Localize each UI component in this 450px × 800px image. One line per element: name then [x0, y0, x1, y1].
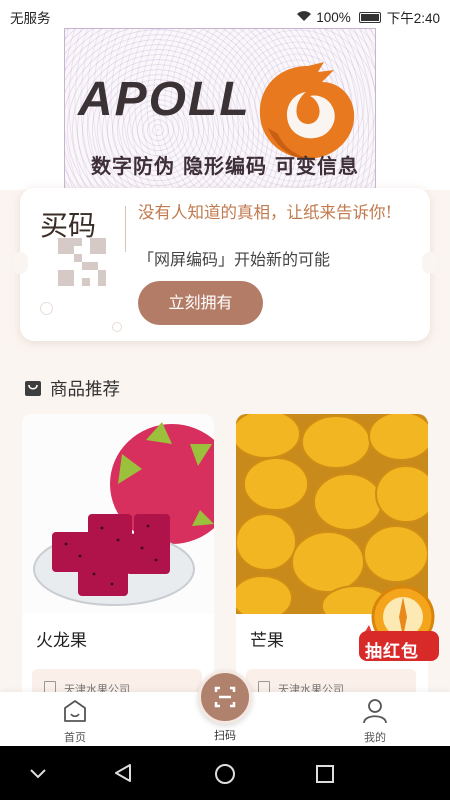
collapse-icon[interactable]	[28, 764, 48, 782]
home-icon	[64, 700, 86, 722]
brand-banner[interactable]: APOLL 数字防伪 隐形编码 可变信息	[0, 28, 450, 214]
decor-dot	[112, 322, 122, 332]
qr-code-icon	[58, 238, 106, 286]
get-now-button[interactable]: 立刻拥有	[138, 281, 263, 325]
nav-mine-label: 我的	[364, 731, 386, 744]
brand-logo-text: APOLL	[78, 73, 251, 126]
ticket-notch-right	[422, 252, 438, 274]
decor-dot	[40, 302, 53, 315]
promo-card: 买码 没有人知道的真相，让纸来告诉你! 「网屏编码」开始新的可能 立刻拥有	[12, 188, 438, 341]
product-card-mango[interactable]: 芒果 天津水果公司	[236, 414, 428, 714]
red-packet-label: 抽红包	[365, 642, 419, 662]
shopping-bag-icon	[25, 381, 41, 396]
scan-button[interactable]	[198, 670, 252, 724]
promo-subline: 「网屏编码」开始新的可能	[138, 250, 331, 269]
nav-scan-label: 扫码	[214, 729, 236, 742]
section-header: 商品推荐	[24, 376, 120, 401]
home-circle-icon[interactable]	[213, 762, 237, 786]
product-image-dragon-fruit	[22, 414, 214, 614]
carrier-text: 无服务	[10, 11, 51, 26]
nav-home[interactable]: 首页	[40, 698, 110, 745]
status-right: 100% 下午2:40	[296, 7, 440, 27]
clock: 下午2:40	[386, 11, 440, 26]
product-image-mango	[236, 414, 428, 614]
status-bar: 无服务 100% 下午2:40	[0, 0, 450, 30]
promo-tagline: 没有人知道的真相，让纸来告诉你!	[138, 203, 393, 222]
product-name: 火龙果	[36, 631, 87, 651]
user-icon	[363, 699, 387, 724]
promo-divider	[125, 206, 126, 252]
red-packet-button[interactable]: 抽红包	[355, 585, 443, 667]
scan-icon	[214, 686, 236, 708]
recents-icon[interactable]	[314, 763, 336, 785]
product-name: 芒果	[250, 631, 284, 651]
nav-mine[interactable]: 我的	[340, 698, 410, 745]
system-nav-bar	[0, 746, 450, 800]
nav-home-label: 首页	[64, 731, 86, 744]
section-title: 商品推荐	[50, 380, 120, 400]
ticket-notch-left	[12, 252, 28, 274]
wifi-icon	[296, 10, 312, 25]
banner-slogan: 数字防伪 隐形编码 可变信息	[91, 154, 359, 178]
back-icon[interactable]	[112, 762, 134, 784]
battery-percent: 100%	[316, 9, 351, 25]
product-card-dragon-fruit[interactable]: 火龙果 天津水果公司	[22, 414, 214, 714]
battery-icon	[358, 11, 381, 23]
